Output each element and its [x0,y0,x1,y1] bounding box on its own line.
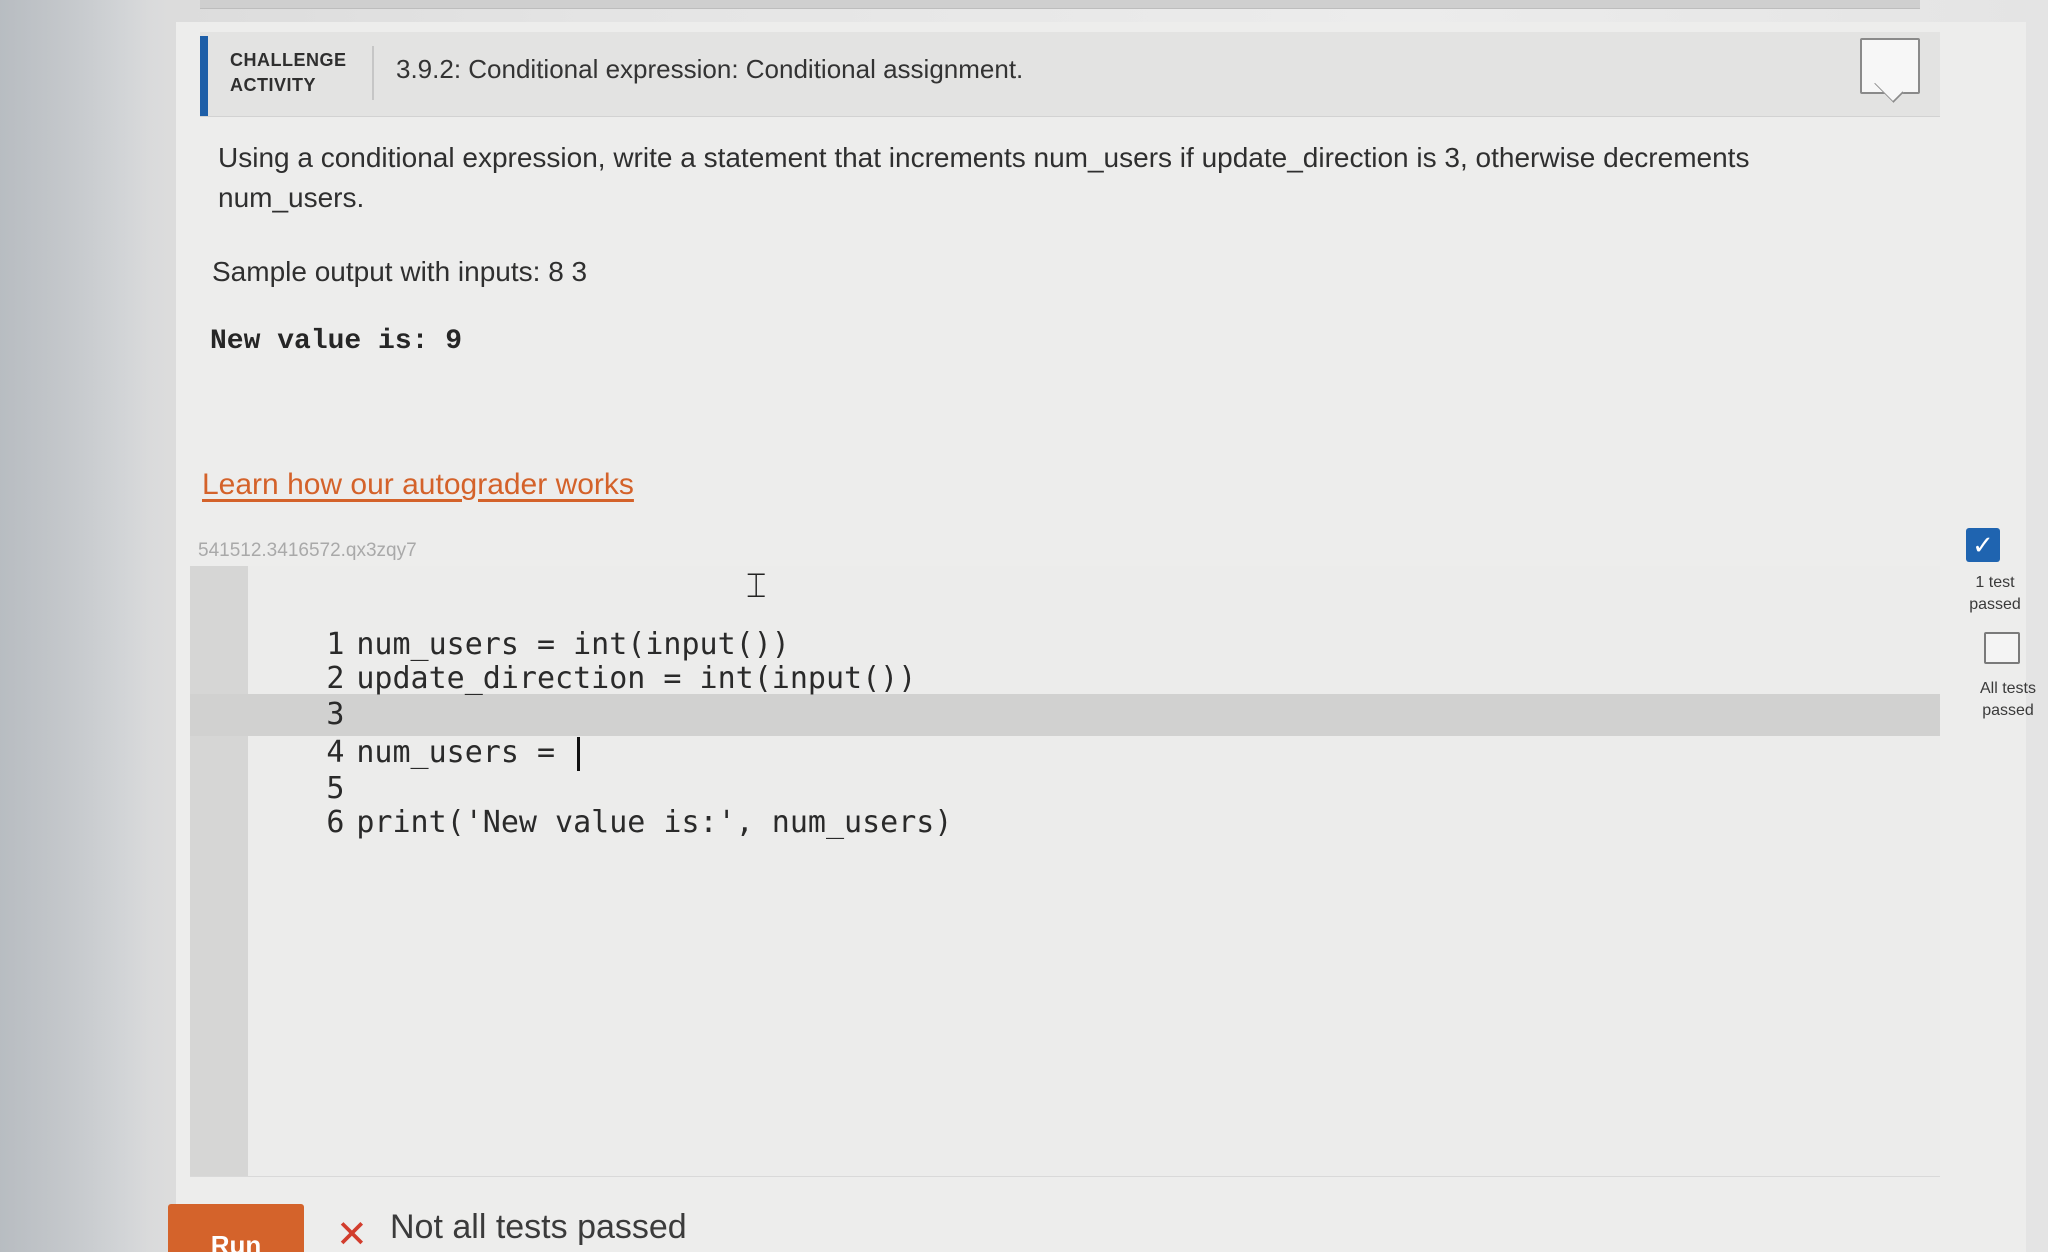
code-editor[interactable]: 1 num_users = int(input()) 2 update_direct… [190,566,1940,1177]
sample-output-label: Sample output with inputs: 8 3 [212,256,588,287]
code-text[interactable]: update_direction = int(input()) [356,660,916,698]
sample-output: New value is: 9 [210,326,463,357]
all-tests-status-icon [1984,632,2020,664]
top-divider [200,0,1920,9]
code-line-active[interactable]: 4 num_users = [190,696,581,771]
test-result-text: Not all tests passed [390,1208,687,1246]
code-line[interactable]: 6 print('New value is:', num_users) [190,766,952,840]
code-line[interactable]: 5 [190,732,356,806]
header-divider [372,46,374,100]
code-line[interactable]: 3 [190,658,356,732]
challenge-activity-label: CHALLENGE ACTIVITY [230,50,347,95]
text-cursor-icon: ⌶ [746,566,767,606]
autograder-help-link[interactable]: Learn how our autograder works [202,468,634,502]
header-accent-bar [200,36,208,116]
page: CHALLENGE ACTIVITY 3.9.2: Conditional ex… [0,0,2048,1252]
background-shadow [0,0,150,1252]
activity-header: CHALLENGE ACTIVITY 3.9.2: Conditional ex… [200,32,1940,117]
line-number: 6 [326,805,345,840]
test-passed-label: 1 test passed [1969,574,2021,613]
activity-title: 3.9.2: Conditional expression: Condition… [396,54,1024,84]
completion-badge-icon [1860,38,1920,94]
code-line[interactable]: 2 update_direction = int(input()) [190,622,916,696]
x-icon: ✕ [336,1212,368,1252]
code-line[interactable]: 1 num_users = int(input()) [190,588,790,662]
check-icon: ✓ [1966,528,2000,562]
all-tests-label: All tests passed [1979,680,2036,719]
run-button[interactable]: Run [168,1204,304,1252]
activity-prompt: Using a conditional expression, write a … [218,142,1750,213]
code-text[interactable]: print('New value is:', num_users) [356,804,952,842]
editor-id-label: 541512.3416572.qx3zqy7 [198,540,417,561]
